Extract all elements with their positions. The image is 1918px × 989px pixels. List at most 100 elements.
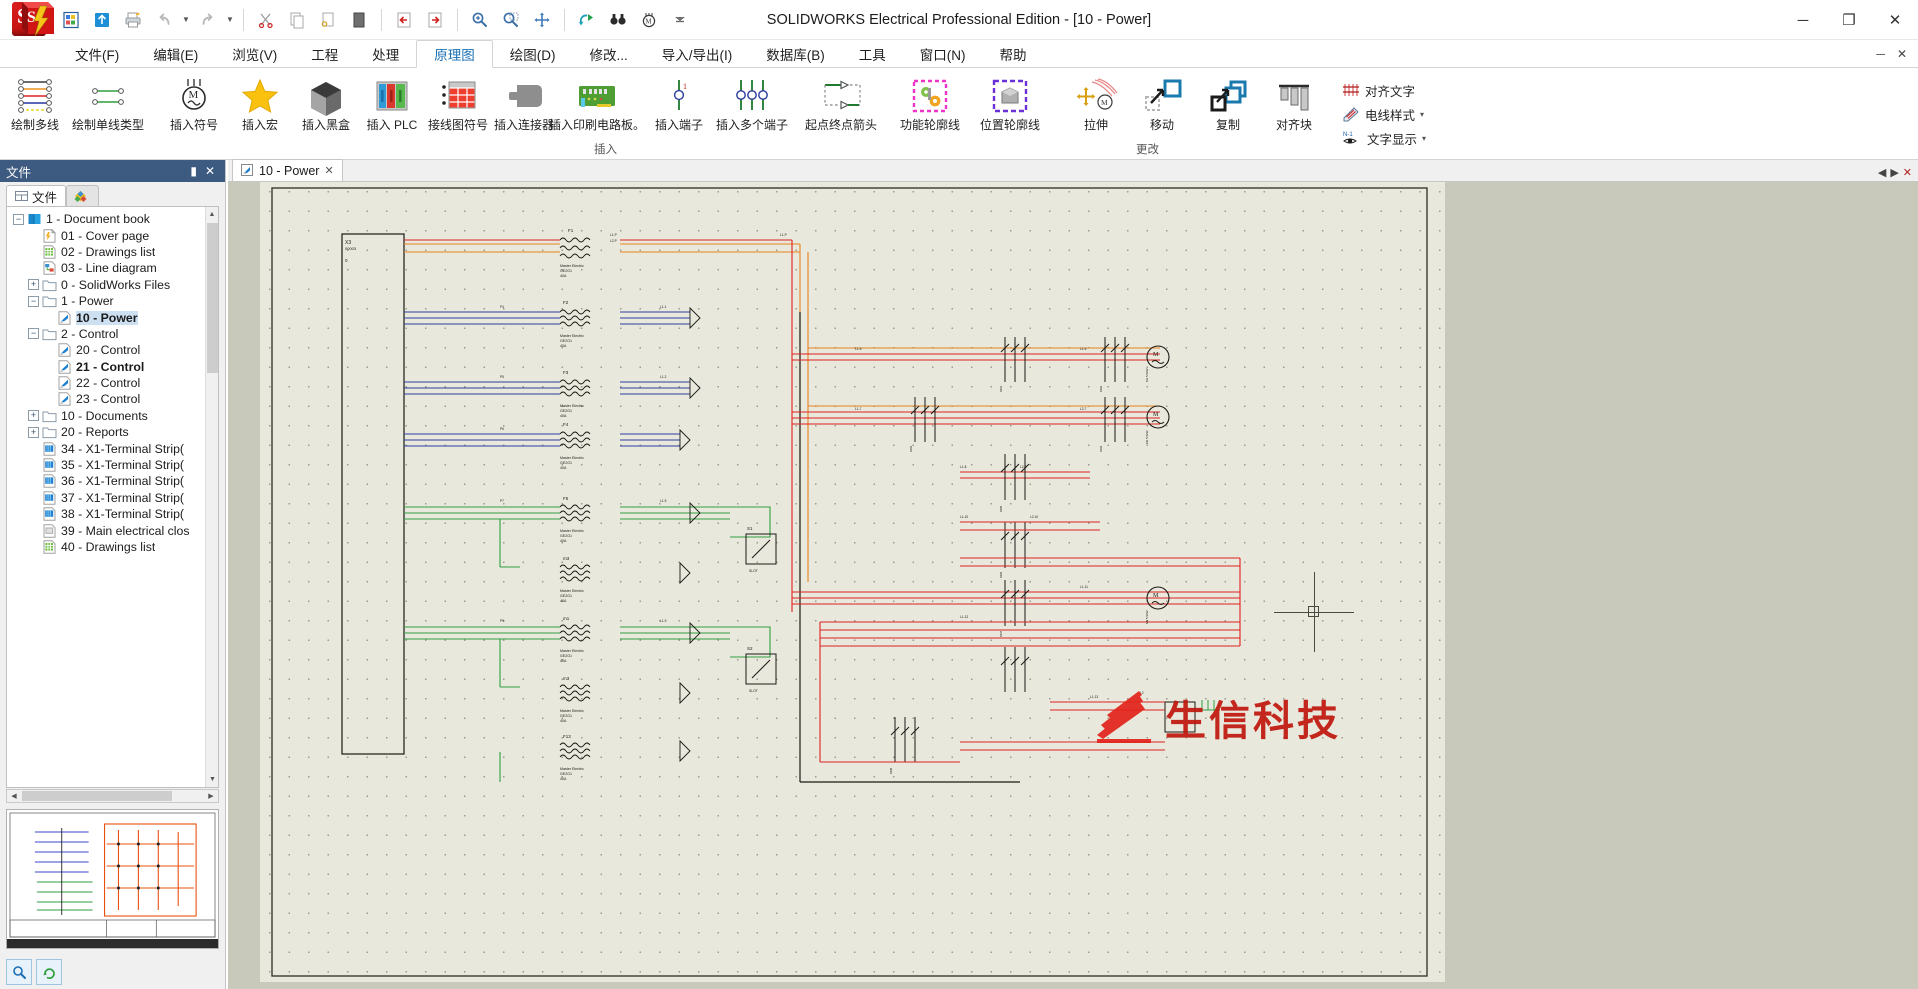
open-icon[interactable]	[87, 5, 117, 35]
panel-tab-documents[interactable]: 文件	[6, 185, 67, 206]
insert-symbol-button[interactable]: M 插入符号	[161, 72, 227, 136]
document-preview[interactable]	[6, 809, 219, 949]
redo-dropdown-icon[interactable]: ▼	[224, 5, 236, 35]
tab-navigation[interactable]: ◀ ▶ ✕	[1878, 166, 1918, 181]
wire-style-button[interactable]: 电线样式 ▾	[1336, 102, 1432, 126]
menu-process[interactable]: 处理	[355, 40, 416, 67]
tree-item-folder-power[interactable]: − 1 - Power	[13, 293, 218, 309]
tree-item-40-drawings-list[interactable]: 40 - Drawings list	[13, 539, 218, 555]
schematic-canvas[interactable]: X3 00003 0 F1 Master Electric GE2G1 40A …	[228, 182, 1918, 989]
menu-database[interactable]: 数据库(B)	[749, 40, 842, 67]
tree-item-21-control[interactable]: 21 - Control	[13, 359, 218, 375]
pin-icon[interactable]: ▮	[186, 164, 201, 178]
tree-item-39-main-electrical[interactable]: 39 - Main electrical clos	[13, 522, 218, 538]
cut-icon[interactable]	[251, 5, 281, 35]
stretch-button[interactable]: M 拉伸	[1063, 72, 1129, 136]
insert-terminal-button[interactable]: 1 插入端子	[646, 72, 712, 136]
function-outline-button[interactable]: 功能轮廓线	[890, 72, 970, 136]
tree-item-drawings-list-02[interactable]: 02 - Drawings list	[13, 244, 218, 260]
tree-item-document-book[interactable]: − 1 - Document book	[13, 211, 218, 227]
tree-horizontal-scrollbar[interactable]: ◀ ▶	[6, 789, 219, 803]
insert-plc-button[interactable]: 插入 PLC	[359, 72, 425, 136]
text-display-button[interactable]: N-1 文字显示 ▾	[1336, 126, 1432, 150]
menu-tools[interactable]: 工具	[842, 40, 903, 67]
panel-tab-components[interactable]	[66, 185, 100, 206]
tree-item-35-terminal-strip[interactable]: 35 - X1-Terminal Strip(	[13, 457, 218, 473]
zoom-in-icon[interactable]	[465, 5, 495, 35]
document-tab-10-power[interactable]: 10 - Power ✕	[232, 159, 343, 181]
location-outline-button[interactable]: 位置轮廓线	[970, 72, 1050, 136]
close-button[interactable]: ✕	[1872, 0, 1918, 40]
insert-multiple-terminals-button[interactable]: 插入多个端子	[712, 72, 792, 136]
tree-item-22-control[interactable]: 22 - Control	[13, 375, 218, 391]
menu-edit[interactable]: 编辑(E)	[136, 40, 215, 67]
motor-icon[interactable]: M	[634, 5, 664, 35]
scroll-down-arrow-icon[interactable]: ▼	[206, 772, 218, 787]
close-document-button[interactable]: ✕	[1894, 47, 1910, 61]
next-page-icon[interactable]	[420, 5, 450, 35]
insert-macro-button[interactable]: 插入宏	[227, 72, 293, 136]
tree-item-38-terminal-strip[interactable]: 38 - X1-Terminal Strip(	[13, 506, 218, 522]
tree-item-10-power[interactable]: 10 - Power	[13, 309, 218, 325]
scroll-right-arrow-icon[interactable]: ▶	[204, 792, 218, 800]
expand-icon[interactable]: +	[28, 279, 39, 291]
minimize-button[interactable]: ─	[1780, 0, 1826, 40]
window-controls[interactable]: ─ ❐ ✕	[1780, 0, 1918, 40]
menu-modify[interactable]: 修改...	[573, 40, 645, 67]
tree-item-folder-control[interactable]: − 2 - Control	[13, 326, 218, 342]
expand-icon[interactable]: +	[28, 426, 39, 438]
refresh-button[interactable]	[36, 959, 62, 985]
paste-special-icon[interactable]	[313, 5, 343, 35]
tree-item-cover-page[interactable]: 01 - Cover page	[13, 227, 218, 243]
tree-vertical-scrollbar[interactable]: ▲ ▼	[205, 207, 218, 787]
copy-icon[interactable]	[282, 5, 312, 35]
menu-import-export[interactable]: 导入/导出(I)	[645, 40, 750, 67]
tab-prev-icon[interactable]: ◀	[1878, 166, 1886, 179]
print-icon[interactable]	[118, 5, 148, 35]
tree-item-37-terminal-strip[interactable]: 37 - X1-Terminal Strip(	[13, 490, 218, 506]
draw-multiple-wires-button[interactable]: 绘制多线	[2, 72, 68, 136]
menu-file[interactable]: 文件(F)	[58, 40, 136, 67]
wire-style-chevron-down-icon[interactable]: ▾	[1420, 110, 1424, 119]
tree-item-34-terminal-strip[interactable]: 34 - X1-Terminal Strip(	[13, 440, 218, 456]
menu-draw[interactable]: 绘图(D)	[493, 40, 573, 67]
search-button[interactable]	[6, 959, 32, 985]
document-tree[interactable]: − 1 - Document book 01 - Cover page 02 - Dr…	[6, 206, 219, 788]
restore-button[interactable]: ❐	[1826, 0, 1872, 40]
menu-view[interactable]: 浏览(V)	[215, 40, 294, 67]
tree-scroll-thumb[interactable]	[207, 223, 218, 373]
tab-next-icon[interactable]: ▶	[1890, 166, 1898, 179]
tree-item-line-diagram[interactable]: 03 - Line diagram	[13, 260, 218, 276]
align-text-button[interactable]: 对齐文字	[1336, 78, 1432, 102]
collapse-icon[interactable]: −	[13, 213, 24, 225]
insert-pcb-button[interactable]: 插入印刷电路板。	[549, 72, 645, 136]
wiring-diagram-symbol-button[interactable]: 接线图符号	[425, 72, 491, 136]
drawing-sheet[interactable]: X3 00003 0 F1 Master Electric GE2G1 40A …	[260, 182, 1445, 982]
find-icon[interactable]	[603, 5, 633, 35]
align-block-button[interactable]: 对齐块	[1261, 72, 1327, 136]
undo-icon[interactable]	[149, 5, 179, 35]
insert-connector-button[interactable]: 插入连接器	[491, 72, 557, 136]
quick-access-toolbar[interactable]: ▼ ▼ M	[56, 5, 695, 35]
menu-project[interactable]: 工程	[294, 40, 355, 67]
tree-item-20-control[interactable]: 20 - Control	[13, 342, 218, 358]
scroll-up-arrow-icon[interactable]: ▲	[206, 207, 218, 222]
tree-item-solidworks-files[interactable]: +0 - SolidWorks Files	[13, 277, 218, 293]
copy-button[interactable]: 复制	[1195, 72, 1261, 136]
panel-close-icon[interactable]: ✕	[201, 164, 219, 178]
minimize-ribbon-button[interactable]: ─	[1873, 47, 1888, 61]
menu-help[interactable]: 帮助	[983, 40, 1044, 67]
tree-hscroll-thumb[interactable]	[22, 791, 172, 801]
scroll-left-arrow-icon[interactable]: ◀	[7, 792, 21, 800]
update-icon[interactable]	[572, 5, 602, 35]
tab-close-all-icon[interactable]: ✕	[1903, 166, 1912, 179]
insert-black-box-button[interactable]: 插入黑盒	[293, 72, 359, 136]
new-project-icon[interactable]	[56, 5, 86, 35]
undo-dropdown-icon[interactable]: ▼	[180, 5, 192, 35]
collapse-icon[interactable]: −	[28, 295, 39, 307]
expand-icon[interactable]: +	[28, 410, 39, 422]
document-tab-close-icon[interactable]: ✕	[324, 164, 333, 177]
redo-icon[interactable]	[193, 5, 223, 35]
tree-item-reports[interactable]: +20 - Reports	[13, 424, 218, 440]
customize-dropdown-icon[interactable]	[665, 5, 695, 35]
